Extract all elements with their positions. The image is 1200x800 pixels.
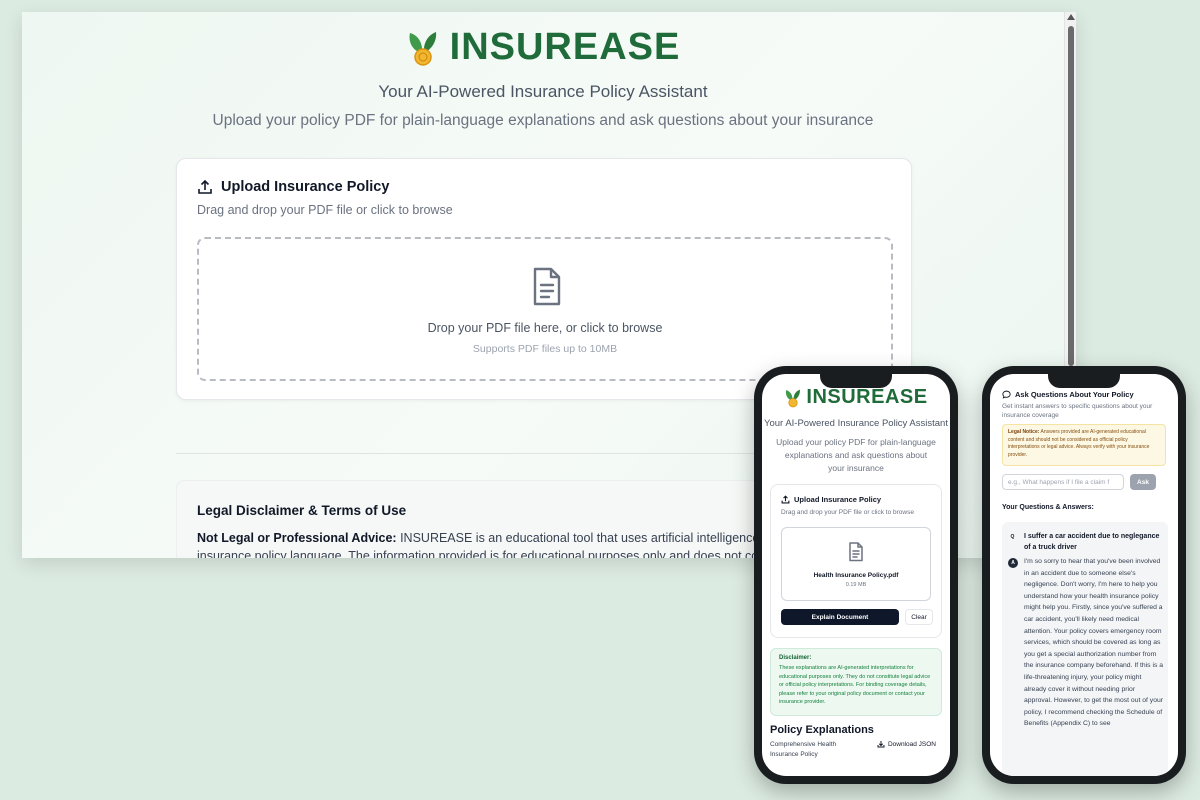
pdf-dropzone[interactable]: Drop your PDF file here, or click to bro… bbox=[197, 237, 893, 381]
upload-card-title: Upload Insurance Policy bbox=[221, 179, 390, 195]
leaf-coin-logo-icon bbox=[786, 389, 801, 407]
tagline: Your AI-Powered Insurance Policy Assista… bbox=[378, 82, 708, 101]
qa-title: Ask Questions About Your Policy bbox=[1015, 390, 1134, 399]
upload-icon bbox=[781, 495, 790, 504]
mobile-upload-card: Upload Insurance Policy Drag and drop yo… bbox=[770, 484, 942, 638]
answer-text: I'm so sorry to hear that you've been in… bbox=[1024, 558, 1164, 728]
legal-notice-label: Legal Notice: bbox=[1008, 429, 1040, 435]
document-icon bbox=[533, 267, 561, 306]
phone-mockup-qa: Ask Questions About Your Policy Get inst… bbox=[982, 366, 1186, 784]
policy-explanations-title: Policy Explanations bbox=[770, 724, 874, 736]
legal-text: Not Legal or Professional Advice: INSURE… bbox=[197, 529, 837, 558]
policy-explanations-subtitle: Comprehensive Health Insurance Policy bbox=[770, 741, 837, 758]
dropzone-text: Drop your PDF file here, or click to bro… bbox=[427, 321, 663, 335]
uploaded-file-size: 0.19 MB bbox=[845, 582, 867, 588]
upload-icon bbox=[198, 179, 212, 194]
mobile-tagline: Your AI-Powered Insurance Policy Assista… bbox=[764, 418, 948, 429]
legal-notice-box: Legal Notice: Answers provided are AI-ge… bbox=[1002, 424, 1166, 466]
mobile-disclaimer-title: Disclaimer: bbox=[779, 655, 812, 661]
leaf-coin-logo-icon bbox=[409, 31, 436, 66]
mobile-brand-title: INSUREASE bbox=[806, 386, 928, 408]
brand-header: INSUREASE bbox=[22, 26, 1064, 69]
mobile-upload-card-description: Drag and drop your PDF file or click to … bbox=[781, 509, 914, 516]
legal-title: Legal Disclaimer & Terms of Use bbox=[197, 503, 407, 518]
answer-badge: A bbox=[1008, 558, 1018, 568]
mobile-brand-header: INSUREASE bbox=[762, 386, 950, 409]
uploaded-file-name: Health Insurance Policy.pdf bbox=[813, 572, 899, 579]
clear-button[interactable]: Clear bbox=[905, 609, 933, 625]
dropzone-hint: Supports PDF files up to 10MB bbox=[472, 343, 618, 355]
qa-list-title: Your Questions & Answers: bbox=[1002, 504, 1094, 511]
upload-card: Upload Insurance Policy Drag and drop yo… bbox=[176, 158, 912, 400]
phone-notch bbox=[820, 372, 892, 388]
upload-card-header: Upload Insurance Policy bbox=[197, 179, 389, 195]
qa-header: Ask Questions About Your Policy bbox=[1002, 390, 1134, 399]
mobile-file-dropzone[interactable]: Health Insurance Policy.pdf 0.19 MB bbox=[781, 527, 931, 601]
download-json-button[interactable]: Download JSON bbox=[871, 736, 942, 752]
mobile-subtitle: Upload your policy PDF for plain-languag… bbox=[776, 437, 936, 473]
phone-mockup-upload: INSUREASE Your AI-Powered Insurance Poli… bbox=[754, 366, 958, 784]
chat-bubble-icon bbox=[1002, 390, 1011, 399]
subtitle: Upload your policy PDF for plain-languag… bbox=[212, 112, 874, 129]
download-json-label: Download JSON bbox=[887, 740, 936, 748]
download-icon bbox=[877, 741, 885, 748]
question-badge: Q bbox=[1010, 533, 1015, 540]
qa-description: Get instant answers to specific question… bbox=[1002, 403, 1153, 419]
legal-label: Not Legal or Professional Advice: bbox=[197, 531, 397, 545]
question-text: I suffer a car accident due to negleganc… bbox=[1024, 533, 1160, 551]
brand-title: INSUREASE bbox=[449, 26, 681, 68]
ask-button[interactable]: Ask bbox=[1130, 474, 1156, 490]
qa-item: Q I suffer a car accident due to neglega… bbox=[1002, 522, 1168, 776]
phone-notch bbox=[1048, 372, 1120, 388]
upload-card-description: Drag and drop your PDF file or click to … bbox=[197, 203, 453, 217]
document-icon bbox=[849, 542, 863, 562]
scrollbar-thumb[interactable] bbox=[1068, 26, 1074, 366]
question-input[interactable]: e.g., What happens if I file a claim f bbox=[1002, 474, 1124, 490]
explain-document-button[interactable]: Explain Document bbox=[781, 609, 899, 625]
scroll-up-arrow-icon[interactable] bbox=[1067, 14, 1075, 20]
phone-screen-qa: Ask Questions About Your Policy Get inst… bbox=[990, 374, 1178, 776]
mobile-upload-card-header: Upload Insurance Policy bbox=[781, 495, 881, 504]
mobile-disclaimer-box: Disclaimer: These explanations are AI-ge… bbox=[770, 648, 942, 716]
mobile-upload-card-title: Upload Insurance Policy bbox=[794, 495, 882, 504]
mobile-disclaimer-text: These explanations are AI-generated inte… bbox=[779, 665, 931, 705]
phone-screen-upload: INSUREASE Your AI-Powered Insurance Poli… bbox=[762, 374, 950, 776]
